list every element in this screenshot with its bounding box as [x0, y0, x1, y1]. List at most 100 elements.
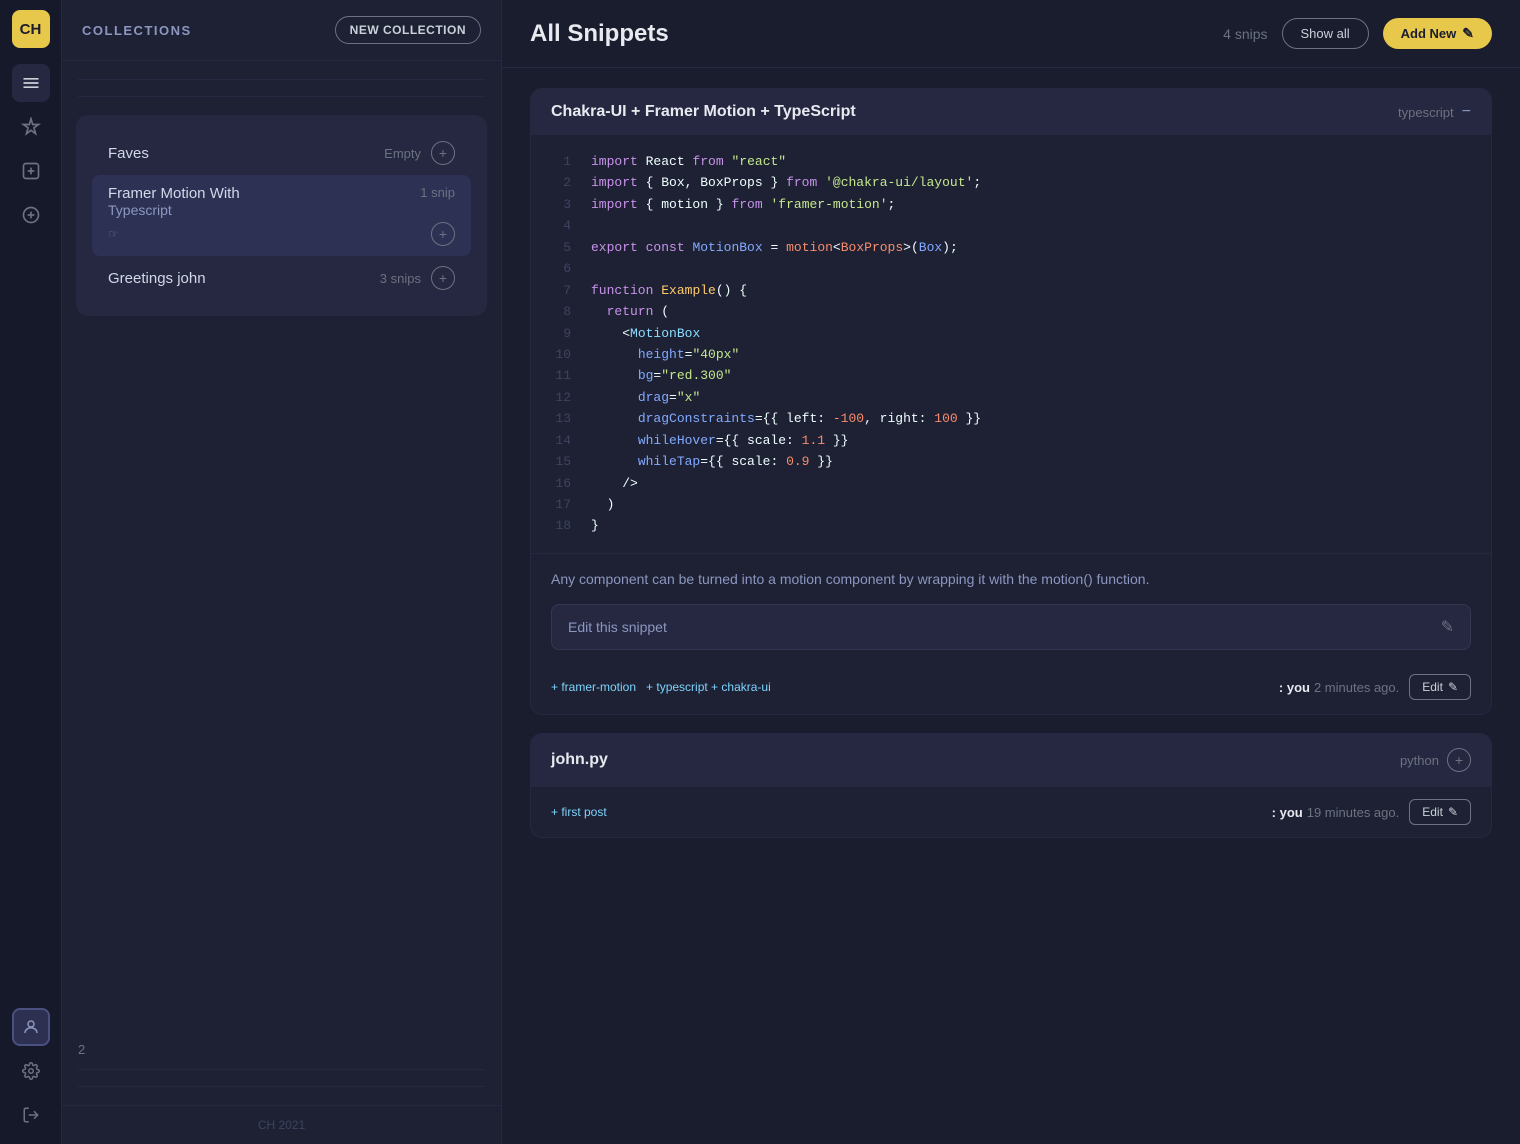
- logout-icon[interactable]: [12, 1096, 50, 1134]
- framer-name-block: Framer Motion With Typescript: [108, 185, 240, 218]
- separator-2: [78, 96, 485, 97]
- snippet-chakra-description: Any component can be turned into a motio…: [531, 553, 1491, 604]
- user-avatar[interactable]: [12, 1008, 50, 1046]
- code-block-chakra: 1import React from "react" 2import { Box…: [531, 135, 1491, 553]
- snippet-chakra: Chakra-UI + Framer Motion + TypeScript t…: [530, 88, 1492, 715]
- separator-3: [78, 1069, 485, 1070]
- code-line-8: 8 return (: [551, 301, 1471, 322]
- greetings-right: 3 snips +: [380, 266, 455, 290]
- snippet-edit-bar[interactable]: Edit this snippet ✎: [551, 604, 1471, 650]
- greetings-name: Greetings john: [108, 270, 206, 287]
- snippet-john-header: john.py python +: [531, 734, 1491, 786]
- john-meta-time: 19 minutes ago.: [1307, 805, 1400, 820]
- snippet-chakra-header: Chakra-UI + Framer Motion + TypeScript t…: [531, 89, 1491, 135]
- main-header: All Snippets 4 snips Show all Add New ✎: [502, 0, 1520, 68]
- snips-count: 4 snips: [1223, 26, 1267, 42]
- code-line-5: 5export const MotionBox = motion<BoxProp…: [551, 237, 1471, 258]
- code-line-7: 7function Example() {: [551, 280, 1471, 301]
- snippet-john-lang: python +: [1400, 748, 1471, 772]
- sidebar-item-add1[interactable]: [12, 152, 50, 190]
- meta-time: 2 minutes ago.: [1314, 680, 1399, 695]
- code-line-3: 3import { motion } from 'framer-motion';: [551, 194, 1471, 215]
- code-line-9: 9 <MotionBox: [551, 323, 1471, 344]
- show-all-button[interactable]: Show all: [1282, 18, 1369, 49]
- snippet-chakra-collapse[interactable]: −: [1462, 103, 1471, 121]
- main-content: All Snippets 4 snips Show all Add New ✎ …: [502, 0, 1520, 1144]
- greetings-count: 3 snips: [380, 271, 421, 286]
- code-line-13: 13 dragConstraints={{ left: -100, right:…: [551, 408, 1471, 429]
- sidebar: CH: [0, 0, 62, 1144]
- collections-card: Faves Empty + Framer Motion With Typescr…: [76, 115, 487, 316]
- greetings-left: Greetings john: [108, 270, 206, 287]
- collections-header: COLLECTIONS NEW COLLECTION: [62, 0, 501, 61]
- collection-item-framer[interactable]: Framer Motion With Typescript 1 snip ☞ +: [92, 175, 471, 256]
- collection-item-faves[interactable]: Faves Empty +: [92, 131, 471, 175]
- page-title: All Snippets: [530, 20, 669, 48]
- code-line-1: 1import React from "react": [551, 151, 1471, 172]
- collections-label: COLLECTIONS: [82, 23, 192, 38]
- collections-panel: COLLECTIONS NEW COLLECTION Faves Empty +: [62, 0, 502, 1144]
- snippet-john-meta: : you 19 minutes ago.: [1272, 805, 1400, 820]
- code-line-16: 16 />: [551, 473, 1471, 494]
- john-meta-you: : you: [1272, 805, 1303, 820]
- snippet-edit-button[interactable]: Edit ✎: [1409, 674, 1471, 700]
- separator-4: [78, 1086, 485, 1087]
- snippet-john-py: john.py python + + first post : you 19 m…: [530, 733, 1492, 838]
- edit-bar-label: Edit this snippet: [568, 619, 667, 635]
- add-new-button[interactable]: Add New ✎: [1383, 18, 1492, 49]
- faves-add-button[interactable]: +: [431, 141, 455, 165]
- framer-add-button[interactable]: +: [431, 222, 455, 246]
- john-edit-icon: ✎: [1448, 805, 1458, 819]
- tag-typescript-chakra: + typescript + chakra-ui: [646, 680, 771, 694]
- faves-name: Faves: [108, 145, 149, 162]
- app-logo[interactable]: CH: [12, 10, 50, 48]
- collection-item-greetings[interactable]: Greetings john 3 snips +: [92, 256, 471, 300]
- code-line-14: 14 whileHover={{ scale: 1.1 }}: [551, 430, 1471, 451]
- snippet-chakra-footer: + framer-motion + typescript + chakra-ui…: [531, 664, 1491, 714]
- greetings-add-button[interactable]: +: [431, 266, 455, 290]
- add-new-label: Add New: [1401, 26, 1457, 41]
- code-line-10: 10 height="40px": [551, 344, 1471, 365]
- tag-first-post: + first post: [551, 805, 607, 819]
- john-edit-label: Edit: [1422, 805, 1443, 819]
- snippet-john-footer: + first post : you 19 minutes ago. Edit …: [531, 786, 1491, 837]
- cursor-indicator: ☞: [108, 227, 119, 241]
- edit-pencil-icon[interactable]: ✎: [1441, 617, 1454, 637]
- code-line-15: 15 whileTap={{ scale: 0.9 }}: [551, 451, 1471, 472]
- snippets-list: Chakra-UI + Framer Motion + TypeScript t…: [502, 68, 1520, 1144]
- code-line-11: 11 bg="red.300": [551, 365, 1471, 386]
- collections-footer: CH 2021: [62, 1105, 501, 1144]
- faves-left: Faves: [108, 145, 149, 162]
- snippet-chakra-title: Chakra-UI + Framer Motion + TypeScript: [551, 103, 856, 121]
- new-collection-button[interactable]: NEW COLLECTION: [335, 16, 481, 44]
- meta-you-label: : you: [1279, 680, 1310, 695]
- framer-name-line2: Typescript: [108, 202, 240, 218]
- framer-bottom: ☞ +: [108, 222, 455, 246]
- snippet-john-add[interactable]: +: [1447, 748, 1471, 772]
- snippet-john-edit-button[interactable]: Edit ✎: [1409, 799, 1471, 825]
- sidebar-item-add2[interactable]: [12, 196, 50, 234]
- faves-right: Empty +: [384, 141, 455, 165]
- sidebar-item-sparkle[interactable]: [12, 108, 50, 146]
- code-line-18: 18}: [551, 515, 1471, 536]
- snippet-john-title: john.py: [551, 751, 608, 769]
- framer-name-line1: Framer Motion With: [108, 185, 240, 202]
- add-new-icon: ✎: [1462, 25, 1474, 42]
- framer-count: 1 snip: [420, 185, 455, 200]
- tag-framer-motion: + framer-motion: [551, 680, 636, 694]
- framer-header: Framer Motion With Typescript 1 snip: [108, 185, 455, 218]
- code-line-12: 12 drag="x": [551, 387, 1471, 408]
- snippet-chakra-lang-label: typescript: [1398, 105, 1454, 120]
- sidebar-item-collections[interactable]: [12, 64, 50, 102]
- collections-list: Faves Empty + Framer Motion With Typescr…: [62, 61, 501, 1105]
- snippet-john-lang-label: python: [1400, 753, 1439, 768]
- edit-btn-label: Edit: [1422, 680, 1443, 694]
- page-number: 2: [62, 1038, 501, 1061]
- code-line-4: 4: [551, 215, 1471, 236]
- separator-1: [78, 79, 485, 80]
- code-line-2: 2import { Box, BoxProps } from '@chakra-…: [551, 172, 1471, 193]
- settings-icon[interactable]: [12, 1052, 50, 1090]
- faves-count: Empty: [384, 146, 421, 161]
- snippet-meta: : you 2 minutes ago.: [1279, 680, 1399, 695]
- code-line-17: 17 ): [551, 494, 1471, 515]
